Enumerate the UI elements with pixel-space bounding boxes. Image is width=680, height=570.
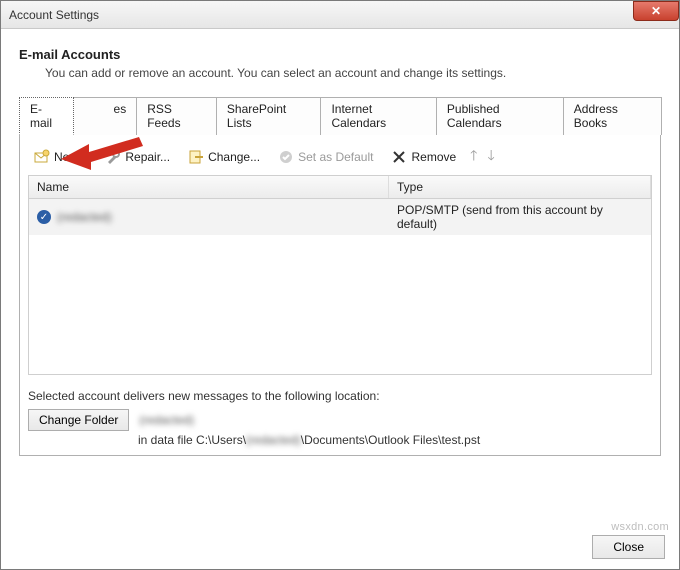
set-default-button: Set as Default: [274, 147, 377, 167]
path-prefix: in data file C:\Users\: [138, 433, 246, 447]
path-suffix: \Documents\Outlook Files\test.pst: [301, 433, 480, 447]
dialog-content: E-mail Accounts You can add or remove an…: [1, 29, 679, 569]
repair-account-button[interactable]: Repair...: [101, 147, 174, 167]
account-type-cell: POP/SMTP (send from this account by defa…: [389, 199, 651, 235]
set-default-label: Set as Default: [298, 150, 373, 164]
tab-panel-email: New... Repair... Change...: [19, 135, 661, 456]
remove-label: Remove: [411, 150, 456, 164]
new-account-button[interactable]: New...: [30, 147, 91, 167]
move-up-button: 🡑: [470, 145, 477, 169]
section-heading: E-mail Accounts: [19, 47, 661, 62]
default-account-icon: ✓: [37, 210, 51, 224]
account-name: (redacted): [57, 210, 112, 224]
delivery-folder-name: (redacted): [139, 413, 194, 427]
delivery-path: in data file C:\Users\(redacted)\Documen…: [138, 433, 652, 447]
column-header-type[interactable]: Type: [389, 176, 651, 198]
delivery-label: Selected account delivers new messages t…: [28, 389, 652, 403]
repair-label: Repair...: [125, 150, 170, 164]
account-row[interactable]: ✓ (redacted) POP/SMTP (send from this ac…: [29, 199, 651, 235]
remove-icon: [391, 149, 407, 165]
account-name-cell: ✓ (redacted): [29, 206, 389, 228]
tab-published-calendars[interactable]: Published Calendars: [436, 97, 564, 135]
account-settings-window: Account Settings ✕ E-mail Accounts You c…: [0, 0, 680, 570]
repair-icon: [105, 149, 121, 165]
new-label: New...: [54, 150, 87, 164]
tab-internet-calendars[interactable]: Internet Calendars: [320, 97, 436, 135]
accounts-list[interactable]: Name Type ✓ (redacted) POP/SMTP (send fr…: [28, 175, 652, 375]
window-title: Account Settings: [9, 8, 99, 22]
accounts-toolbar: New... Repair... Change...: [28, 141, 652, 175]
tab-address-books[interactable]: Address Books: [563, 97, 662, 135]
change-label: Change...: [208, 150, 260, 164]
tab-rss-feeds[interactable]: RSS Feeds: [136, 97, 217, 135]
new-icon: [34, 149, 50, 165]
close-dialog-button[interactable]: Close: [592, 535, 665, 559]
dialog-footer: Close: [592, 535, 665, 559]
section-subtitle: You can add or remove an account. You ca…: [45, 66, 661, 80]
close-icon: ✕: [651, 4, 661, 18]
tab-sharepoint-lists[interactable]: SharePoint Lists: [216, 97, 322, 135]
path-user: (redacted): [246, 433, 301, 447]
tab-data-files[interactable]: es: [73, 97, 138, 135]
move-down-button: 🡓: [487, 145, 494, 169]
watermark: wsxdn.com: [611, 521, 669, 533]
tab-bar: E-mail es RSS Feeds SharePoint Lists Int…: [19, 96, 661, 135]
remove-account-button[interactable]: Remove: [387, 147, 460, 167]
check-circle-icon: [278, 149, 294, 165]
titlebar: Account Settings ✕: [1, 1, 679, 29]
tab-email[interactable]: E-mail: [19, 97, 74, 135]
change-account-button[interactable]: Change...: [184, 147, 264, 167]
column-header-name[interactable]: Name: [29, 176, 389, 198]
delivery-info: Selected account delivers new messages t…: [28, 389, 652, 447]
list-header: Name Type: [29, 176, 651, 199]
window-close-button[interactable]: ✕: [633, 1, 679, 21]
change-icon: [188, 149, 204, 165]
change-folder-button[interactable]: Change Folder: [28, 409, 129, 431]
